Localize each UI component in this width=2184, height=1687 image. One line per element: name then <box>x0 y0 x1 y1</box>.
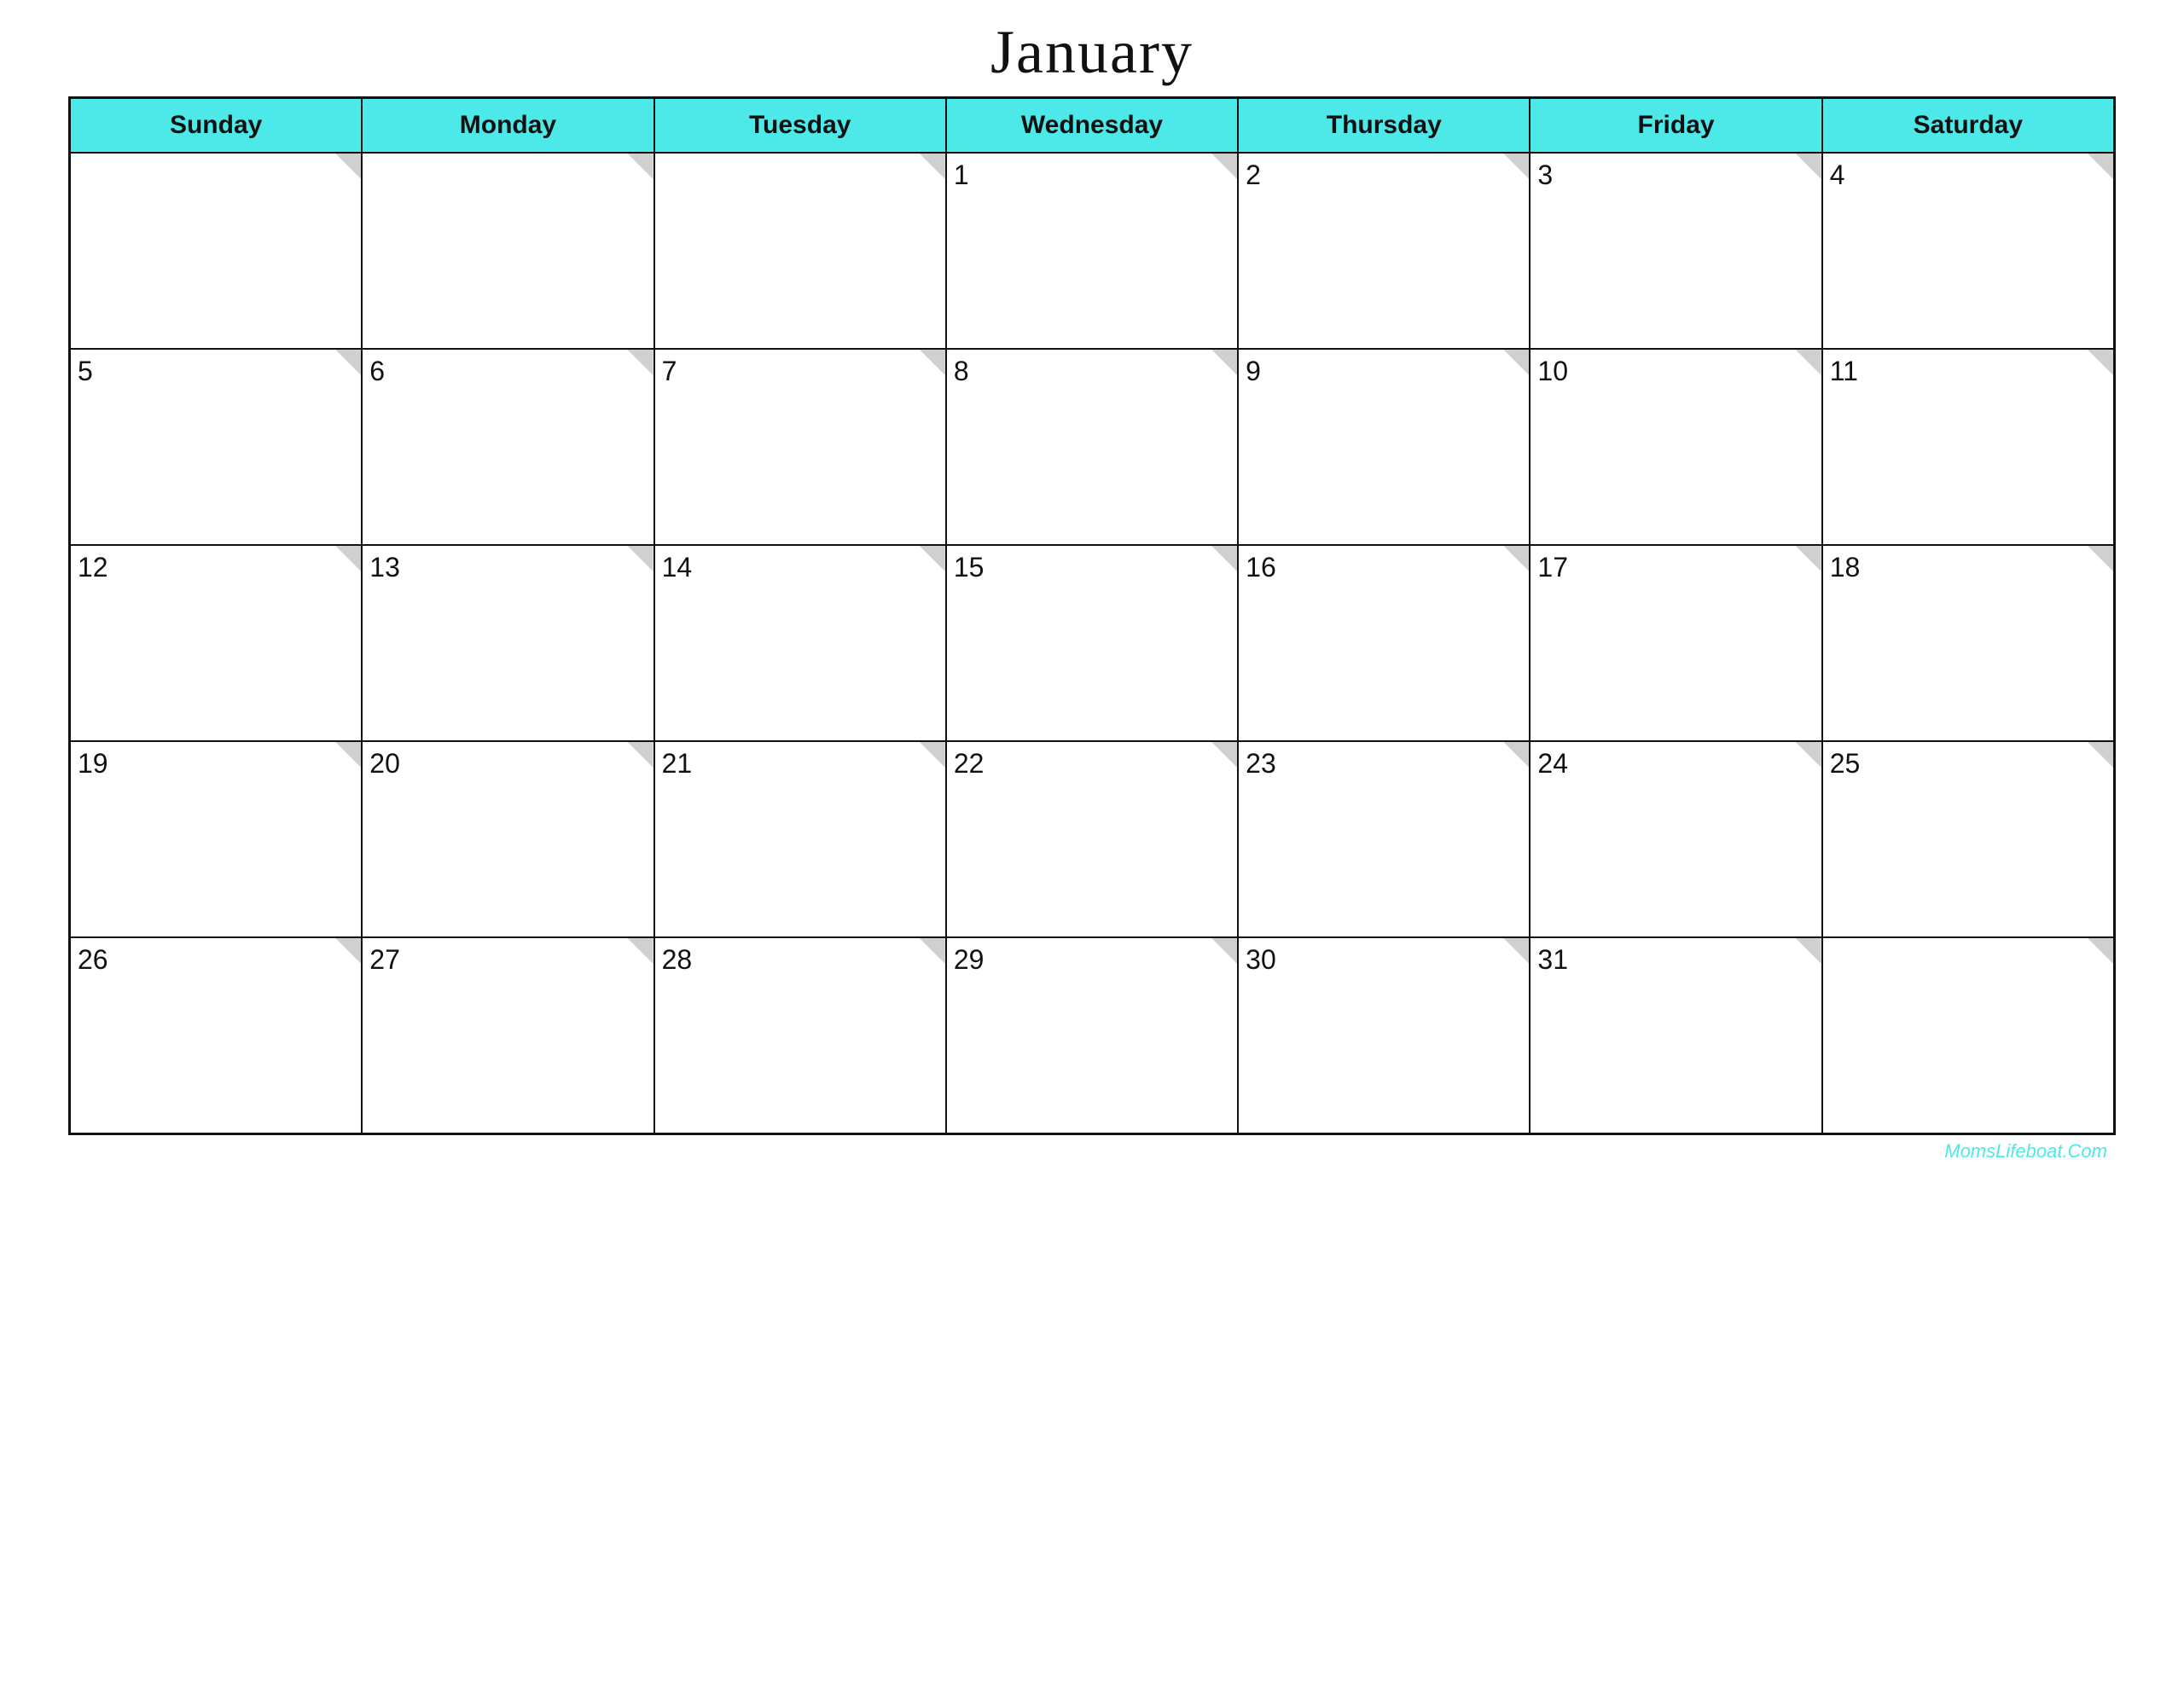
calendar-cell[interactable]: 3 <box>1530 153 1821 349</box>
day-number: 2 <box>1246 160 1522 190</box>
calendar-cell[interactable]: 6 <box>362 349 653 545</box>
calendar-cell[interactable]: 25 <box>1822 741 2114 937</box>
day-number: 31 <box>1537 945 1814 975</box>
calendar-cell[interactable]: 15 <box>946 545 1238 741</box>
day-number: 27 <box>369 945 646 975</box>
calendar-cell[interactable]: 17 <box>1530 545 1821 741</box>
calendar-cell[interactable]: 31 <box>1530 937 1821 1133</box>
day-number: 8 <box>954 357 1230 386</box>
calendar-cell[interactable]: 29 <box>946 937 1238 1133</box>
day-number: 30 <box>1246 945 1522 975</box>
calendar-cell[interactable]: 1 <box>946 153 1238 349</box>
calendar-cell[interactable]: 19 <box>70 741 362 937</box>
day-number: 9 <box>1246 357 1522 386</box>
header-day-friday: Friday <box>1530 98 1821 153</box>
watermark: MomsLifeboat.Com <box>68 1140 2116 1162</box>
calendar-cell[interactable]: 30 <box>1238 937 1530 1133</box>
calendar-cell[interactable]: 11 <box>1822 349 2114 545</box>
calendar-cell[interactable]: 23 <box>1238 741 1530 937</box>
day-number: 7 <box>662 357 938 386</box>
calendar-cell[interactable]: 27 <box>362 937 653 1133</box>
day-number: 1 <box>954 160 1230 190</box>
day-number: 26 <box>78 945 354 975</box>
day-number: 28 <box>662 945 938 975</box>
day-number: 25 <box>1830 749 2106 779</box>
day-number: 19 <box>78 749 354 779</box>
corner-fold <box>920 154 945 179</box>
calendar-cell[interactable]: 20 <box>362 741 653 937</box>
calendar-cell[interactable]: 5 <box>70 349 362 545</box>
calendar-cell[interactable]: 4 <box>1822 153 2114 349</box>
day-number: 21 <box>662 749 938 779</box>
header-day-sunday: Sunday <box>70 98 362 153</box>
calendar-cell[interactable]: 8 <box>946 349 1238 545</box>
corner-fold <box>628 154 653 179</box>
header-day-thursday: Thursday <box>1238 98 1530 153</box>
day-number: 17 <box>1537 553 1814 583</box>
header-day-saturday: Saturday <box>1822 98 2114 153</box>
calendar-header: SundayMondayTuesdayWednesdayThursdayFrid… <box>70 98 2114 153</box>
page-title: January <box>990 17 1194 88</box>
calendar-cell[interactable] <box>362 153 653 349</box>
calendar-cell[interactable]: 26 <box>70 937 362 1133</box>
calendar-cell[interactable]: 14 <box>654 545 946 741</box>
corner-fold <box>335 154 361 179</box>
day-number: 14 <box>662 553 938 583</box>
day-number: 29 <box>954 945 1230 975</box>
day-number: 11 <box>1830 357 2106 386</box>
corner-fold <box>2088 938 2113 964</box>
calendar-cell[interactable]: 2 <box>1238 153 1530 349</box>
calendar-cell[interactable]: 16 <box>1238 545 1530 741</box>
header-day-wednesday: Wednesday <box>946 98 1238 153</box>
calendar-cell[interactable]: 18 <box>1822 545 2114 741</box>
calendar-cell[interactable]: 24 <box>1530 741 1821 937</box>
day-number: 16 <box>1246 553 1522 583</box>
day-number: 10 <box>1537 357 1814 386</box>
calendar-cell[interactable]: 28 <box>654 937 946 1133</box>
calendar-cell[interactable]: 7 <box>654 349 946 545</box>
day-number: 15 <box>954 553 1230 583</box>
calendar-cell[interactable]: 12 <box>70 545 362 741</box>
day-number: 20 <box>369 749 646 779</box>
calendar-body: 1234567891011121314151617181920212223242… <box>70 153 2114 1133</box>
calendar-cell[interactable]: 21 <box>654 741 946 937</box>
day-number: 22 <box>954 749 1230 779</box>
calendar-cell[interactable] <box>1822 937 2114 1133</box>
day-number: 5 <box>78 357 354 386</box>
calendar: SundayMondayTuesdayWednesdayThursdayFrid… <box>68 96 2116 1135</box>
day-number: 3 <box>1537 160 1814 190</box>
header-day-tuesday: Tuesday <box>654 98 946 153</box>
day-number: 24 <box>1537 749 1814 779</box>
day-number: 18 <box>1830 553 2106 583</box>
calendar-cell[interactable]: 22 <box>946 741 1238 937</box>
day-number: 13 <box>369 553 646 583</box>
day-number: 6 <box>369 357 646 386</box>
calendar-cell[interactable]: 10 <box>1530 349 1821 545</box>
header-day-monday: Monday <box>362 98 653 153</box>
calendar-cell[interactable] <box>70 153 362 349</box>
day-number: 4 <box>1830 160 2106 190</box>
day-number: 23 <box>1246 749 1522 779</box>
calendar-cell[interactable] <box>654 153 946 349</box>
day-number: 12 <box>78 553 354 583</box>
calendar-cell[interactable]: 9 <box>1238 349 1530 545</box>
calendar-cell[interactable]: 13 <box>362 545 653 741</box>
